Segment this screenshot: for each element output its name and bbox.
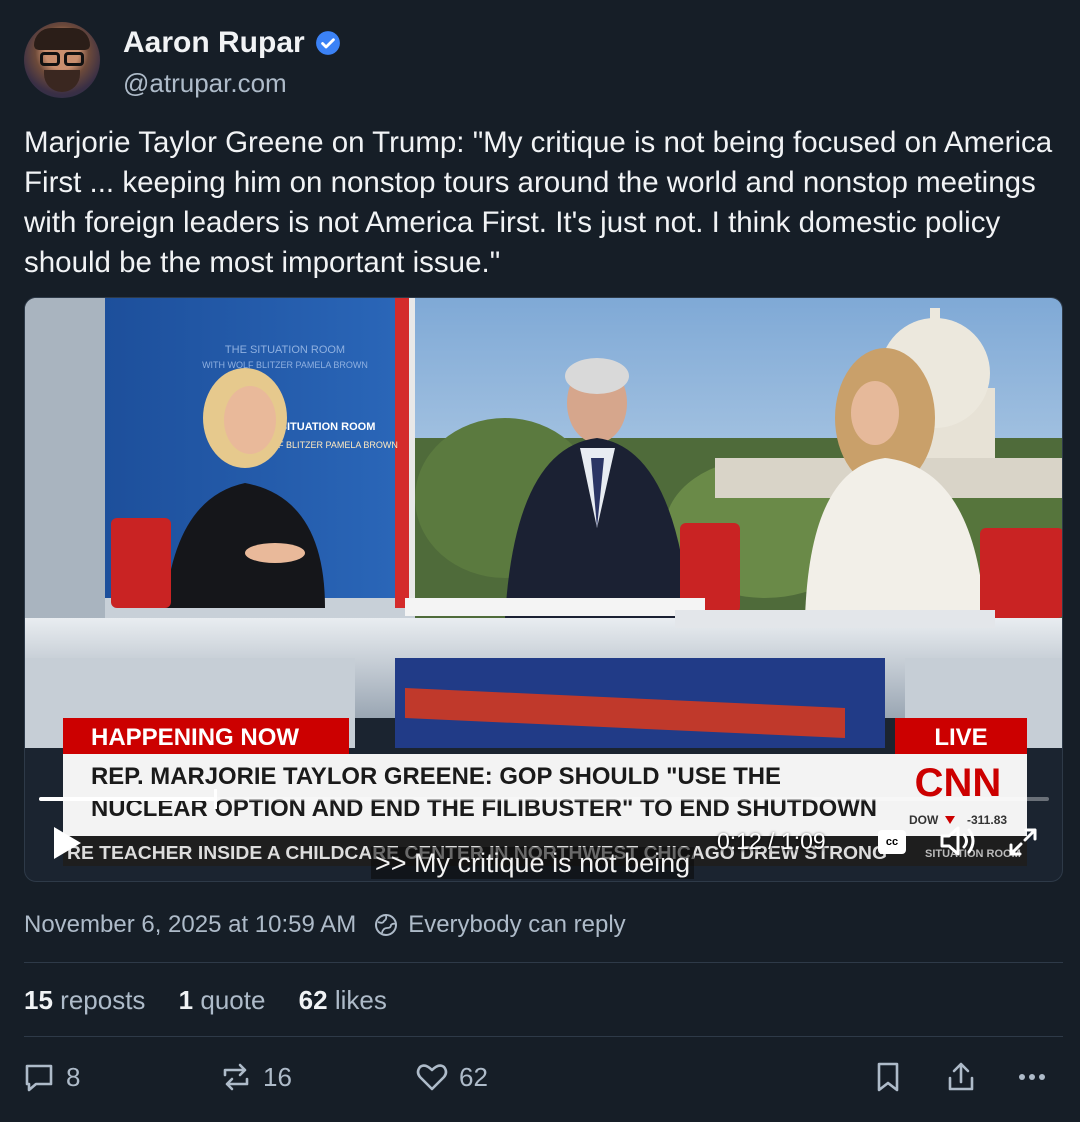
share-icon bbox=[948, 1062, 974, 1091]
quotes-stat[interactable]: 1 quote bbox=[179, 985, 266, 1016]
repost-icon bbox=[223, 1063, 249, 1091]
more-options-button[interactable] bbox=[1015, 1060, 1059, 1094]
bookmark-icon bbox=[877, 1062, 899, 1092]
video-player[interactable]: THE SITUATION ROOM WITH WOLF BLITZER PAM… bbox=[24, 297, 1063, 882]
chyron-banner-label: HAPPENING NOW bbox=[91, 724, 299, 751]
reposts-stat[interactable]: 15 reposts bbox=[24, 985, 145, 1016]
avatar[interactable] bbox=[24, 22, 100, 98]
reply-count: 8 bbox=[66, 1061, 81, 1092]
post-text: Marjorie Taylor Greene on Trump: "My cri… bbox=[24, 126, 1053, 279]
reposts-count: 15 bbox=[24, 985, 53, 1015]
avatar-glasses-right bbox=[64, 52, 84, 66]
closed-captions-icon[interactable]: cc bbox=[878, 830, 906, 854]
video-frame: THE SITUATION ROOM WITH WOLF BLITZER PAM… bbox=[25, 298, 1062, 866]
video-time: 0:12 / 1:09 bbox=[717, 828, 826, 854]
market-label: DOW bbox=[909, 813, 939, 827]
action-bar: 8 16 62 bbox=[0, 1060, 1080, 1104]
divider bbox=[24, 962, 1063, 963]
video-progress-knob[interactable] bbox=[213, 789, 217, 809]
post-meta-row: November 6, 2025 at 10:59 AM Everybody c… bbox=[24, 911, 626, 939]
more-options-icon bbox=[1019, 1074, 1045, 1080]
author-block: Aaron Rupar @atrupar.com bbox=[123, 26, 341, 99]
fullscreen-icon[interactable] bbox=[1007, 826, 1039, 858]
likes-stat[interactable]: 62 likes bbox=[299, 985, 387, 1016]
author-display-name[interactable]: Aaron Rupar bbox=[123, 26, 305, 60]
avatar-hair bbox=[34, 28, 90, 50]
video-progress-fill bbox=[39, 797, 215, 801]
play-icon[interactable] bbox=[51, 825, 83, 861]
heart-icon bbox=[416, 1064, 448, 1091]
likes-label: likes bbox=[334, 985, 387, 1015]
quotes-label: quote bbox=[200, 985, 266, 1015]
bookmark-button[interactable] bbox=[871, 1060, 915, 1094]
share-button[interactable] bbox=[944, 1060, 988, 1094]
studio-wall-title: THE SITUATION ROOM bbox=[225, 344, 345, 356]
volume-icon[interactable] bbox=[939, 824, 979, 858]
studio-wall-with: WITH WOLF BLITZER PAMELA BROWN bbox=[202, 360, 368, 370]
divider bbox=[24, 1036, 1063, 1037]
like-button[interactable]: 62 bbox=[415, 1060, 488, 1094]
repost-button[interactable]: 16 bbox=[219, 1060, 292, 1094]
repost-count: 16 bbox=[263, 1061, 292, 1092]
post-timestamp[interactable]: November 6, 2025 at 10:59 AM bbox=[24, 911, 356, 939]
author-handle[interactable]: @atrupar.com bbox=[123, 68, 341, 99]
chyron-live-label: LIVE bbox=[934, 724, 987, 751]
chyron-headline-line1: REP. MARJORIE TAYLOR GREENE: GOP SHOULD … bbox=[91, 763, 781, 790]
reply-icon bbox=[25, 1064, 53, 1092]
avatar-beard bbox=[44, 70, 80, 92]
video-caption: >> My critique is not being bbox=[371, 847, 695, 879]
avatar-glasses-left bbox=[40, 52, 60, 66]
reply-button[interactable]: 8 bbox=[22, 1060, 80, 1094]
verified-badge-icon[interactable] bbox=[315, 30, 341, 56]
likes-count: 62 bbox=[298, 985, 328, 1015]
globe-icon bbox=[375, 914, 398, 936]
reply-setting: Everybody can reply bbox=[408, 911, 626, 938]
like-count: 62 bbox=[459, 1061, 488, 1092]
reposts-label: reposts bbox=[60, 985, 146, 1015]
engagement-stats: 15 reposts 1 quote 62 likes bbox=[24, 985, 413, 1016]
quotes-count: 1 bbox=[178, 985, 194, 1015]
